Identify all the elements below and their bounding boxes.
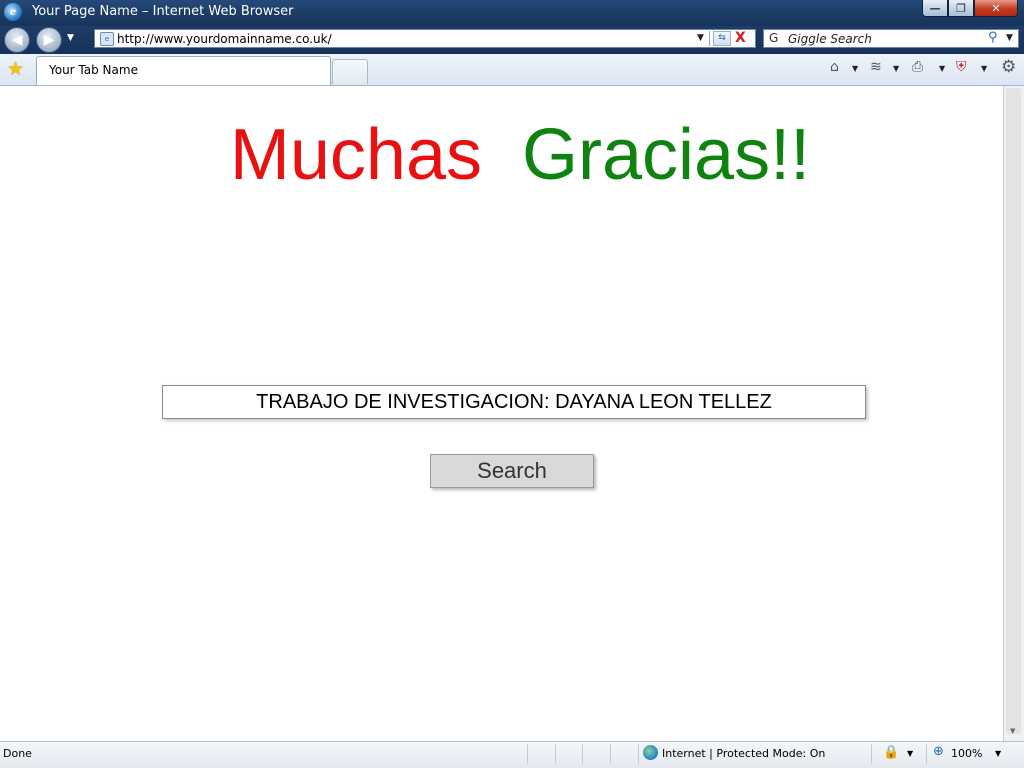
zoom-level[interactable]: 100% <box>951 747 982 760</box>
zoom-dropdown-icon[interactable]: ▼ <box>995 749 1001 758</box>
window-title: Your Page Name – Internet Web Browser <box>32 4 294 19</box>
scroll-down-arrow-icon[interactable]: ▼ <box>1010 727 1015 735</box>
lock-dropdown-icon[interactable]: ▼ <box>907 749 913 758</box>
address-separator <box>709 31 710 46</box>
site-favicon-icon: e <box>100 32 114 46</box>
status-text: Done <box>3 747 32 760</box>
title-bar: e Your Page Name – Internet Web Browser … <box>0 0 1024 26</box>
search-query-box[interactable]: TRABAJO DE INVESTIGACION: DAYANA LEON TE… <box>162 385 866 419</box>
new-tab-button[interactable] <box>332 59 368 84</box>
status-divider <box>638 744 639 764</box>
gear-icon[interactable]: ⚙ <box>1001 57 1016 77</box>
feeds-dropdown-icon[interactable]: ▼ <box>893 64 899 73</box>
page-title: Muchas Gracias!! <box>0 112 1024 198</box>
search-input[interactable] <box>788 30 978 47</box>
feeds-icon[interactable]: ≋ <box>870 59 882 75</box>
headline-word-gracias: Gracias!! <box>522 115 811 195</box>
vertical-scrollbar[interactable]: ▼ <box>1003 86 1024 741</box>
browser-logo-icon: e <box>4 3 22 21</box>
forward-button[interactable]: ▶ <box>36 27 62 53</box>
safety-shield-icon[interactable]: ⛨ <box>956 59 967 75</box>
status-divider <box>527 744 528 764</box>
lock-icon[interactable]: 🔒 <box>883 745 899 760</box>
navigation-bar: ◀ ▶ ▼ e ▼ ⇆ X G ⚲ ▼ <box>0 26 1024 54</box>
internet-globe-icon <box>643 745 658 760</box>
history-dropdown-icon[interactable]: ▼ <box>67 33 74 43</box>
address-bar: e ▼ ⇆ X <box>94 29 756 48</box>
search-engine-icon: G <box>769 31 779 45</box>
search-bar: G ⚲ ▼ <box>763 29 1019 48</box>
page-content: Muchas Gracias!! TRABAJO DE INVESTIGACIO… <box>0 86 1003 741</box>
stop-icon[interactable]: X <box>735 30 746 47</box>
safety-dropdown-icon[interactable]: ▼ <box>981 64 987 73</box>
close-button[interactable]: ✕ <box>974 0 1018 17</box>
search-options-dropdown-icon[interactable]: ▼ <box>1006 33 1013 43</box>
refresh-icon[interactable]: ⇆ <box>713 31 731 46</box>
print-icon[interactable]: ⎙ <box>912 59 923 75</box>
restore-button[interactable]: ❐ <box>948 0 974 17</box>
window-controls: — ❐ ✕ <box>922 0 1018 17</box>
status-divider <box>555 744 556 764</box>
tab-active[interactable]: Your Tab Name <box>36 56 331 85</box>
tab-label: Your Tab Name <box>49 63 138 77</box>
security-zone-text[interactable]: Internet | Protected Mode: On <box>662 747 825 760</box>
zoom-icon[interactable]: ⊕ <box>933 744 944 759</box>
search-button[interactable]: Search <box>430 454 594 488</box>
tab-bar: ★ Your Tab Name ⌂ ▼ ≋ ▼ ⎙ ▼ ⛨ ▼ ⚙ <box>0 54 1024 86</box>
favorites-star-icon[interactable]: ★ <box>7 58 24 80</box>
status-divider <box>582 744 583 764</box>
headline-word-muchas: Muchas <box>229 115 482 195</box>
status-bar: Done Internet | Protected Mode: On 🔒 ▼ ⊕… <box>0 741 1024 768</box>
home-dropdown-icon[interactable]: ▼ <box>852 64 858 73</box>
home-icon[interactable]: ⌂ <box>830 59 839 75</box>
status-divider <box>871 744 872 764</box>
print-dropdown-icon[interactable]: ▼ <box>939 64 945 73</box>
back-button[interactable]: ◀ <box>4 27 30 53</box>
search-icon[interactable]: ⚲ <box>988 30 998 45</box>
address-dropdown-icon[interactable]: ▼ <box>697 33 704 43</box>
status-divider <box>926 744 927 764</box>
status-divider <box>610 744 611 764</box>
scrollbar-thumb[interactable] <box>1006 88 1021 734</box>
url-input[interactable] <box>117 30 677 47</box>
minimize-button[interactable]: — <box>922 0 948 17</box>
